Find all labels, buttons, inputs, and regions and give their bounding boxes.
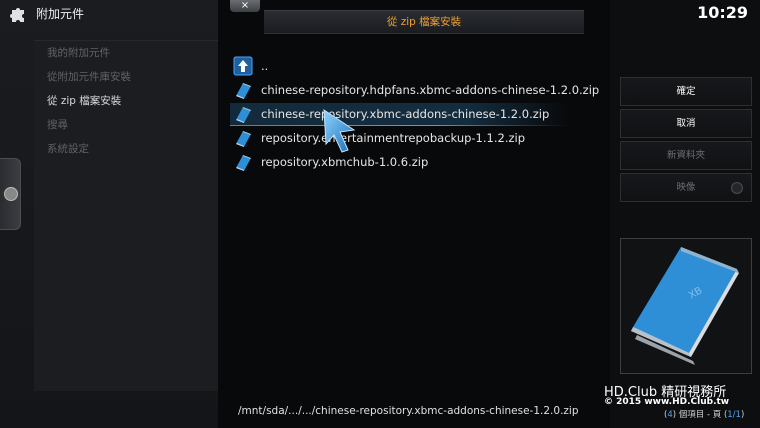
sidebar: 附加元件 我的附加元件 從附加元件庫安裝 從 zip 檔案安裝 搜尋 系統設定	[0, 0, 219, 428]
addons-header: 附加元件	[8, 2, 84, 24]
list-item-parent[interactable]: ..	[230, 54, 586, 78]
up-folder-icon	[233, 56, 253, 76]
new-folder-button[interactable]: 新資料夾	[620, 141, 752, 170]
file-name: ..	[261, 59, 269, 73]
cancel-button[interactable]: 取消	[620, 109, 752, 138]
puzzle-icon	[8, 2, 30, 24]
close-button[interactable]: ×	[230, 0, 260, 12]
chevron-right-icon	[4, 187, 18, 201]
zip-file-icon	[233, 152, 253, 172]
sidebar-item-install-from-zip[interactable]: 從 zip 檔案安裝	[34, 89, 218, 113]
sidebar-menu: 我的附加元件 從附加元件庫安裝 從 zip 檔案安裝 搜尋 系統設定	[34, 40, 218, 391]
sidebar-item-my-addons[interactable]: 我的附加元件	[34, 41, 218, 65]
current-path: /mnt/sda/.../.../chinese-repository.xbmc…	[238, 405, 579, 417]
item-count-mid: ) 個項目 - 頁 (	[672, 410, 728, 420]
mirror-toggle[interactable]: 映像	[620, 173, 752, 202]
ok-button[interactable]: 確定	[620, 77, 752, 106]
file-name: chinese-repository.hdpfans.xbmc-addons-c…	[261, 83, 600, 97]
watermark-copyright: © 2015 www.HD.Club.tw	[604, 397, 730, 407]
list-item-selected[interactable]: chinese-repository.xbmc-addons-chinese-1…	[230, 102, 586, 126]
list-item[interactable]: chinese-repository.hdpfans.xbmc-addons-c…	[230, 78, 599, 102]
side-slide-tab[interactable]	[0, 158, 21, 230]
file-name: repository.entertainmentrepobackup-1.1.2…	[261, 131, 526, 145]
page-value: 1/1	[727, 410, 741, 420]
file-thumbnail: XB	[620, 238, 752, 374]
list-item[interactable]: repository.entertainmentrepobackup-1.1.2…	[230, 126, 586, 150]
dialog-title-bar: 從 zip 檔案安裝	[264, 10, 584, 34]
file-name: chinese-repository.xbmc-addons-chinese-1…	[261, 107, 550, 121]
sidebar-item-search[interactable]: 搜尋	[34, 113, 218, 137]
zip-file-icon	[233, 80, 253, 100]
file-list: .. chinese-repository.hdpfans.xbmc-addon…	[230, 54, 599, 174]
zip-file-icon: XB	[631, 247, 739, 365]
mirror-label: 映像	[676, 182, 696, 193]
right-panel: 10:29 確定 取消 新資料夾 映像 XB	[610, 0, 760, 428]
file-browser-dialog: × 從 zip 檔案安裝 .. chinese-repository.hdpfa	[218, 0, 610, 428]
zip-file-icon	[233, 128, 253, 148]
mouse-cursor-icon	[323, 109, 356, 153]
file-name: repository.xbmchub-1.0.6.zip	[261, 155, 429, 169]
dialog-title: 從 zip 檔案安裝	[386, 16, 462, 28]
list-item[interactable]: repository.xbmchub-1.0.6.zip	[230, 150, 586, 174]
sidebar-item-settings[interactable]: 系統設定	[34, 137, 218, 161]
item-count: (4) 個項目 - 頁 (1/1)	[664, 408, 744, 420]
item-count-suffix: )	[740, 410, 745, 420]
page-title: 附加元件	[36, 6, 85, 21]
sidebar-item-install-from-repo[interactable]: 從附加元件庫安裝	[34, 65, 218, 89]
clock: 10:29	[697, 3, 748, 22]
toggle-radio-icon	[731, 182, 743, 194]
zip-file-icon	[233, 104, 253, 124]
